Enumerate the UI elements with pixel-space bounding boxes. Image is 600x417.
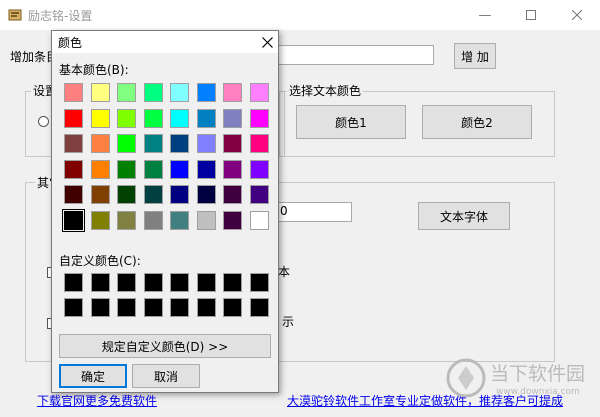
basic-color-swatch[interactable] (64, 185, 83, 204)
color1-button[interactable]: 颜色1 (296, 105, 406, 139)
text-color-group-title: 选择文本颜色 (287, 82, 364, 99)
basic-color-swatch[interactable] (223, 210, 242, 230)
option-label-2: 示 (282, 315, 295, 329)
basic-color-swatch[interactable] (64, 159, 83, 179)
basic-color-swatch[interactable] (223, 108, 242, 128)
basic-color-swatch[interactable] (62, 208, 85, 232)
basic-color-swatch[interactable] (170, 108, 189, 128)
dialog-close-icon[interactable] (257, 31, 277, 53)
basic-color-swatch[interactable] (196, 185, 216, 204)
custom-color-swatch[interactable] (90, 298, 110, 317)
custom-color-swatch[interactable] (117, 298, 136, 317)
basic-color-swatch[interactable] (117, 134, 136, 153)
text-font-button[interactable]: 文本字体 (418, 202, 510, 230)
basic-color-swatch[interactable] (117, 185, 136, 204)
custom-color-swatch[interactable] (196, 273, 216, 292)
basic-color-swatch[interactable] (170, 134, 189, 153)
basic-color-swatch[interactable] (170, 83, 189, 102)
number-field[interactable]: 0 (276, 202, 352, 222)
download-link[interactable]: 下载官网更多免费软件 (37, 392, 157, 409)
basic-color-swatch[interactable] (64, 83, 83, 102)
add-button[interactable]: 增 加 (454, 43, 496, 69)
basic-color-swatch[interactable] (143, 210, 163, 230)
main-title-bar: 励志铭-设置 — (0, 0, 600, 30)
basic-color-swatch[interactable] (64, 134, 83, 153)
custom-color-swatch[interactable] (64, 298, 83, 317)
basic-color-swatch[interactable] (117, 108, 136, 128)
basic-color-swatch[interactable] (64, 108, 83, 128)
dialog-title: 颜色 (58, 36, 83, 50)
basic-color-swatch[interactable] (249, 159, 269, 179)
basic-color-swatch[interactable] (223, 159, 242, 179)
custom-color-swatch[interactable] (64, 273, 83, 292)
option-label-1: 本 (278, 265, 291, 279)
watermark-logo: 当下软件园 www.downxia.com (444, 351, 594, 406)
watermark-url: www.downxia.com (496, 387, 580, 397)
basic-color-swatch[interactable] (143, 185, 163, 204)
custom-color-swatch[interactable] (143, 298, 163, 317)
custom-color-swatch[interactable] (143, 273, 163, 292)
basic-color-swatch[interactable] (249, 185, 269, 204)
basic-color-swatch[interactable] (223, 185, 242, 204)
basic-color-swatch[interactable] (90, 134, 110, 153)
custom-color-swatch[interactable] (170, 273, 189, 292)
custom-color-swatch[interactable] (249, 273, 269, 292)
minimize-icon[interactable]: — (462, 0, 508, 30)
color2-button[interactable]: 颜色2 (422, 105, 532, 139)
basic-color-swatch[interactable] (196, 108, 216, 128)
color-dialog: 颜色 基本颜色(B): 自定义颜色(C): 规定自定义颜色(D) >> 确定 取… (51, 30, 279, 393)
window-title: 励志铭-设置 (28, 9, 93, 23)
cancel-button[interactable]: 取消 (132, 364, 200, 388)
basic-color-swatch[interactable] (170, 210, 189, 230)
close-icon[interactable] (554, 0, 600, 30)
basic-color-swatch[interactable] (170, 159, 189, 179)
basic-color-swatch[interactable] (143, 159, 163, 179)
basic-color-swatch[interactable] (196, 159, 216, 179)
custom-color-swatch[interactable] (223, 298, 242, 317)
basic-color-swatch[interactable] (143, 108, 163, 128)
basic-color-swatch[interactable] (223, 134, 242, 153)
basic-color-swatch[interactable] (143, 83, 163, 102)
basic-color-swatch[interactable] (90, 159, 110, 179)
custom-color-swatch[interactable] (117, 273, 136, 292)
maximize-icon[interactable] (508, 0, 554, 30)
basic-color-swatch[interactable] (90, 210, 110, 230)
custom-color-swatch[interactable] (223, 273, 242, 292)
basic-color-swatch[interactable] (249, 108, 269, 128)
basic-color-swatch[interactable] (249, 210, 269, 230)
define-custom-colors-button[interactable]: 规定自定义颜色(D) >> (59, 334, 271, 358)
basic-color-swatch[interactable] (223, 83, 242, 102)
app-icon (8, 8, 22, 21)
custom-color-swatch[interactable] (170, 298, 189, 317)
basic-color-swatch[interactable] (196, 134, 216, 153)
dialog-title-bar: 颜色 (52, 31, 278, 53)
basic-color-swatch[interactable] (90, 83, 110, 102)
ok-button[interactable]: 确定 (59, 364, 127, 388)
basic-color-swatch[interactable] (196, 210, 216, 230)
basic-color-swatch[interactable] (143, 134, 163, 153)
basic-color-swatch[interactable] (249, 134, 269, 153)
basic-color-swatch[interactable] (90, 185, 110, 204)
basic-color-swatch[interactable] (117, 210, 136, 230)
custom-color-swatch[interactable] (90, 273, 110, 292)
basic-color-swatch[interactable] (90, 108, 110, 128)
settings-radio[interactable] (38, 116, 49, 127)
basic-color-swatch[interactable] (117, 83, 136, 102)
watermark-text: 当下软件园 (490, 363, 586, 385)
custom-color-swatch[interactable] (249, 298, 269, 317)
add-entry-input[interactable] (276, 45, 434, 65)
basic-color-swatch[interactable] (117, 159, 136, 179)
basic-color-swatch[interactable] (170, 185, 189, 204)
basic-colors-label: 基本颜色(B): (59, 63, 129, 77)
basic-color-swatch[interactable] (196, 83, 216, 102)
custom-colors-label: 自定义颜色(C): (59, 254, 141, 268)
custom-color-swatch[interactable] (196, 298, 216, 317)
basic-color-swatch[interactable] (249, 83, 269, 102)
